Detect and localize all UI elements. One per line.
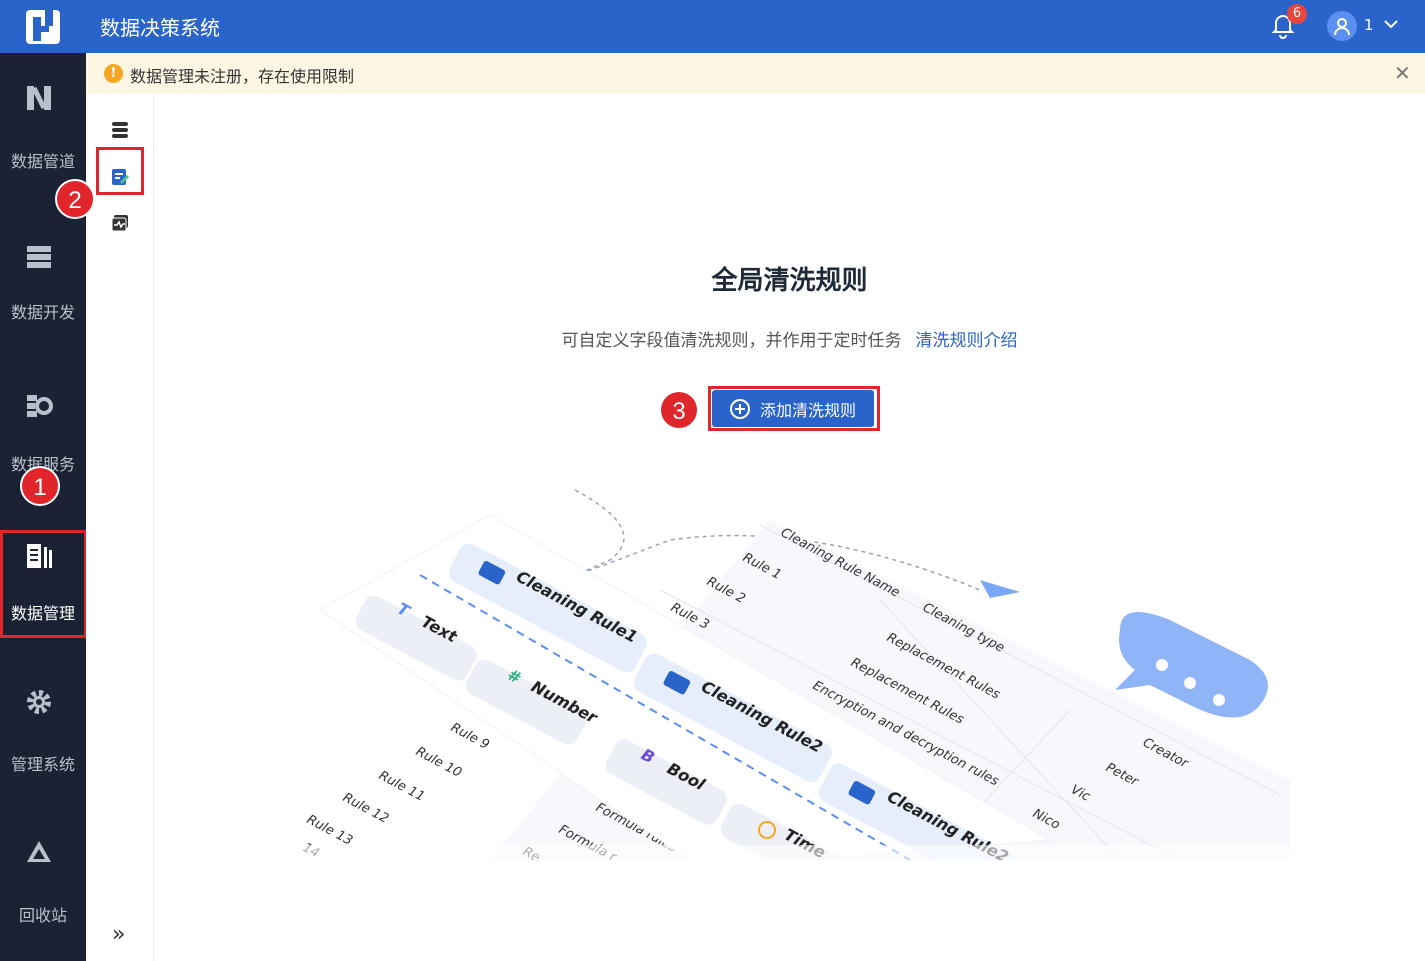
top-bar: 数据决策系统 6 1 <box>0 0 1425 53</box>
chat-bubble-icon <box>1115 612 1268 718</box>
step-marker-1: 1 <box>20 466 60 506</box>
page-title: 全局清洗规则 <box>711 266 868 296</box>
sidebar-item-data-pipeline[interactable]: 数据管道 <box>0 53 86 171</box>
gear-icon <box>27 690 51 714</box>
sidebar-item-label: 管理系统 <box>10 755 75 774</box>
notification-badge: 6 <box>1287 4 1307 24</box>
step-marker-2: 2 <box>55 179 95 219</box>
notice-text: 数据管理未注册，存在使用限制 <box>130 67 355 86</box>
empty-state-illustration: Cleaning Rule Name Cleaning type Creator… <box>290 489 1290 860</box>
user-name[interactable]: 1 <box>1364 16 1374 34</box>
sidebar-item-label: 回收站 <box>18 906 67 925</box>
app-title: 数据决策系统 <box>100 16 220 40</box>
sidebar-item-label: 数据开发 <box>10 303 75 322</box>
logo-icon <box>26 9 60 44</box>
sidebar-item-system-management[interactable]: 管理系统 <box>0 657 86 774</box>
rule-name: Rule 12 <box>340 790 391 827</box>
sidebar-item-recycle-bin[interactable]: 回收站 <box>0 808 86 925</box>
app-logo[interactable] <box>0 0 86 53</box>
chevron-down-icon[interactable] <box>1382 15 1400 33</box>
warning-icon: ! <box>104 64 123 83</box>
monitor-icon[interactable] <box>110 213 130 233</box>
database-icon[interactable] <box>110 120 130 140</box>
sidebar-item-data-service[interactable]: 数据服务 <box>0 355 86 474</box>
add-button-label: 添加清洗规则 <box>759 400 856 420</box>
sub-sidebar: » <box>86 94 154 961</box>
close-icon[interactable]: ✕ <box>1394 63 1411 83</box>
highlight-box-data-management <box>0 530 87 638</box>
plus-circle-icon <box>729 398 750 419</box>
expand-sidebar-button[interactable]: » <box>112 922 125 947</box>
rule-name: Rule 9 <box>448 720 492 753</box>
pipeline-icon <box>27 86 51 110</box>
registration-notice: ! 数据管理未注册，存在使用限制 ✕ <box>86 53 1425 94</box>
service-icon <box>27 395 53 417</box>
highlight-box-cleaning-rule <box>96 147 144 195</box>
description-text: 可自定义字段值清洗规则，并作用于定时任务 <box>561 331 902 351</box>
server-icon <box>27 246 51 268</box>
step-marker-3: 3 <box>659 390 699 430</box>
user-avatar-icon[interactable] <box>1327 11 1357 41</box>
rule-name: Rule 10 <box>413 744 464 781</box>
sidebar-item-data-development[interactable]: 数据开发 <box>0 204 86 322</box>
recycle-icon <box>27 841 51 862</box>
rule-name: Rule 11 <box>376 768 427 805</box>
sidebar-item-label: 数据管道 <box>10 152 75 171</box>
add-cleaning-rule-button[interactable]: 添加清洗规则 <box>712 390 874 427</box>
cleaning-rule-intro-link[interactable]: 清洗规则介绍 <box>916 331 1018 351</box>
page-description: 可自定义字段值清洗规则，并作用于定时任务 清洗规则介绍 <box>154 326 1425 351</box>
